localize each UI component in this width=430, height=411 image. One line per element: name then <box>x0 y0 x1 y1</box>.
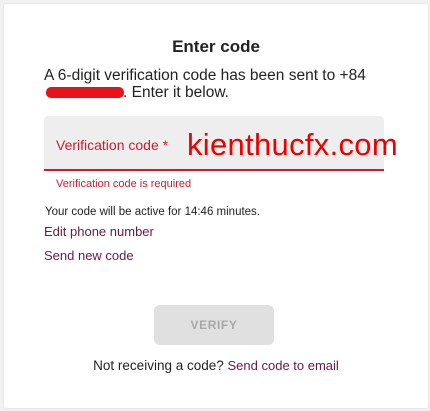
not-receiving-prompt: Not receiving a code? <box>93 358 224 373</box>
verify-button[interactable]: VERIFY <box>154 305 274 345</box>
code-active-status: Your code will be active for 14:46 minut… <box>45 206 261 218</box>
redacted-phone-number <box>46 87 124 99</box>
edit-phone-number-link[interactable]: Edit phone number <box>44 224 154 239</box>
send-code-to-email-link[interactable]: Send code to email <box>228 358 339 373</box>
verification-code-error: Verification code is required <box>56 178 192 190</box>
verification-card: Enter code A 6-digit verification code h… <box>4 4 428 408</box>
dialog-title: Enter code <box>172 37 260 56</box>
footer: Not receiving a code? Send code to email <box>4 358 428 373</box>
dialog-description: A 6-digit verification code has been sen… <box>44 67 374 101</box>
description-suffix: . Enter it below. <box>123 84 229 101</box>
watermark-text: kienthucfx.com <box>187 127 398 162</box>
send-new-code-link[interactable]: Send new code <box>44 248 134 263</box>
verification-code-label: Verification code * <box>56 137 169 153</box>
description-prefix: A 6-digit verification code has been sen… <box>44 67 366 84</box>
